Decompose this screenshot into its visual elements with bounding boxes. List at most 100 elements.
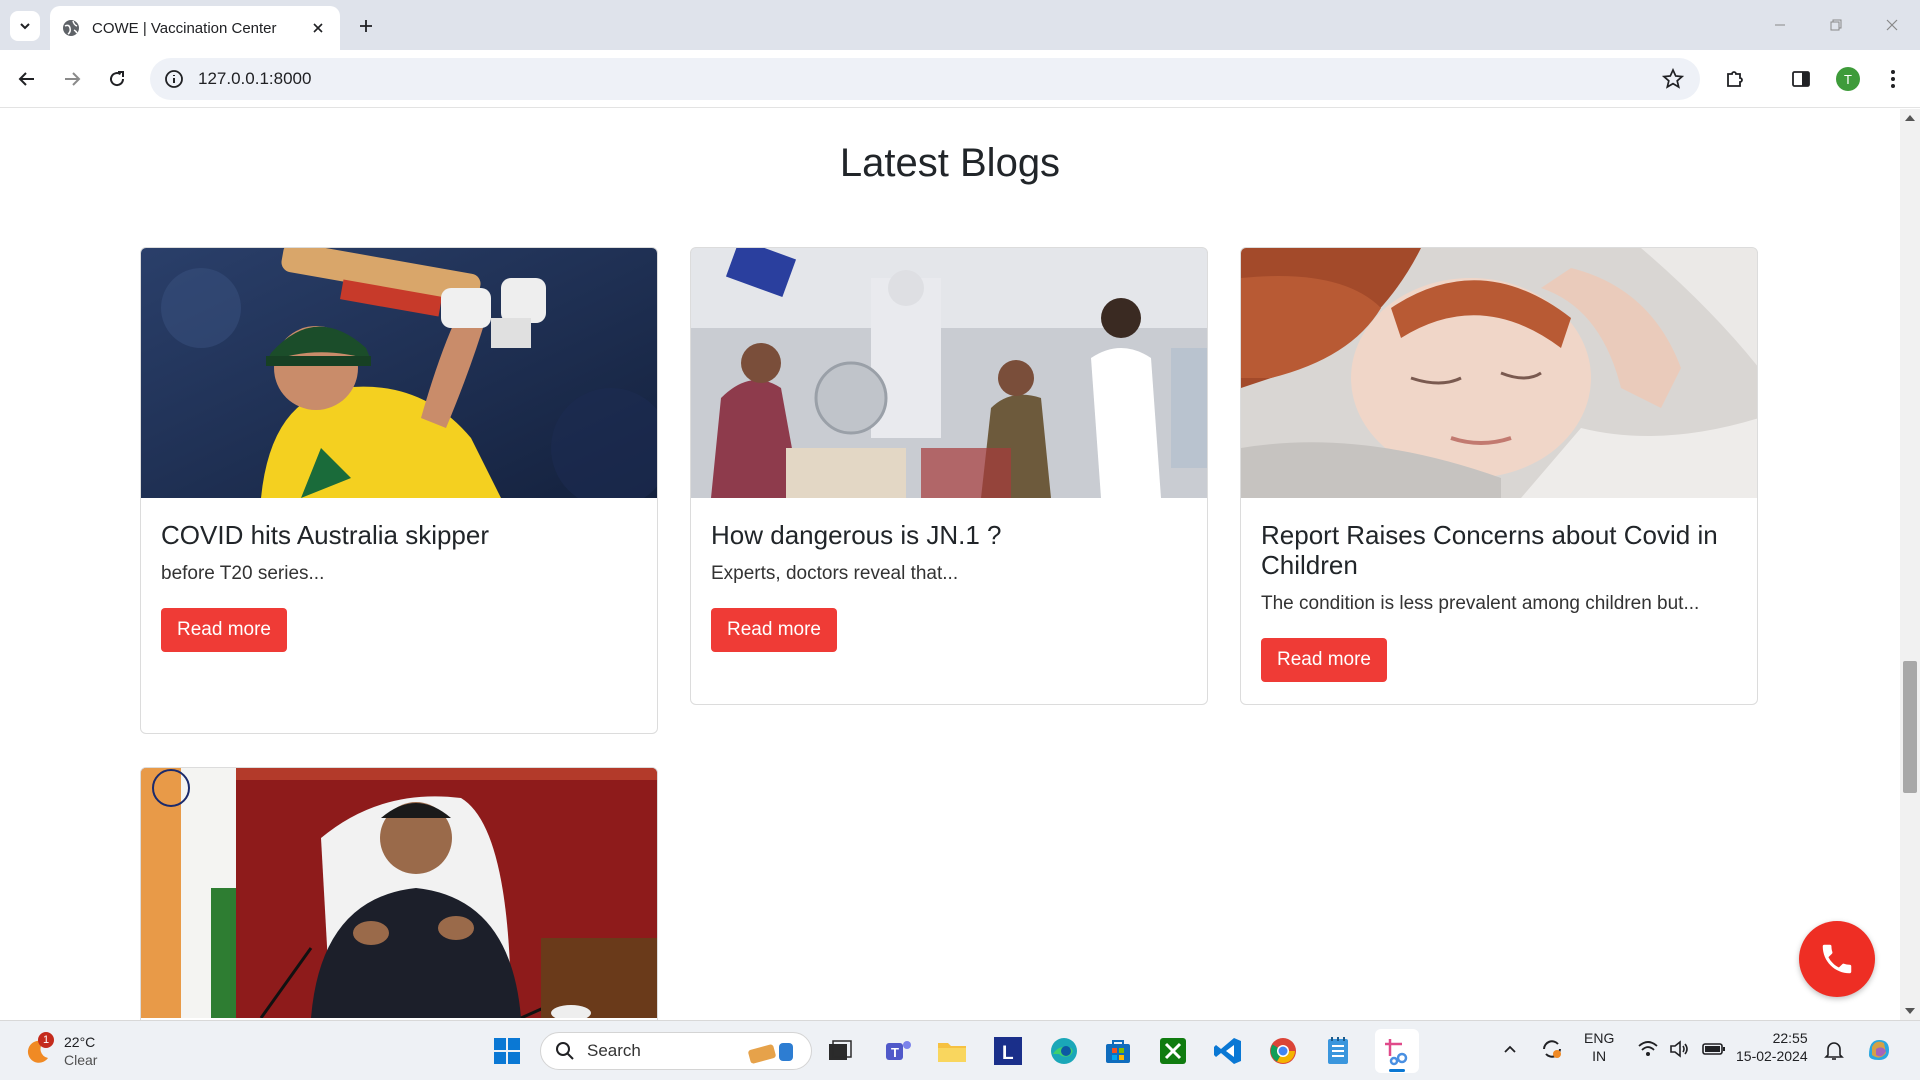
edge-button[interactable]	[1046, 1033, 1082, 1069]
search-placeholder: Search	[587, 1041, 641, 1060]
page-scrollbar[interactable]	[1900, 109, 1920, 1020]
blog-title: Report Raises Concerns about Covid in Ch…	[1261, 520, 1718, 580]
chevron-up-icon	[1504, 1045, 1516, 1053]
phone-icon	[1822, 944, 1852, 974]
tab-search-button[interactable]	[10, 11, 40, 41]
chrome-button[interactable]	[1265, 1033, 1301, 1069]
status-icons[interactable]	[1637, 1039, 1727, 1059]
notifications-button[interactable]	[1824, 1039, 1844, 1066]
call-button[interactable]	[1799, 921, 1875, 997]
minimize-button[interactable]	[1752, 0, 1808, 50]
clock-date: 15-02-2024	[1736, 1048, 1808, 1064]
more-vertical-icon	[1891, 70, 1895, 88]
sync-icon	[1543, 1040, 1561, 1058]
notepad-icon	[1328, 1037, 1348, 1064]
teams-button[interactable]: T	[880, 1033, 916, 1069]
reload-icon	[110, 71, 125, 87]
globe-icon	[63, 20, 79, 36]
wifi-icon	[1638, 1041, 1658, 1056]
copilot-icon	[1869, 1040, 1889, 1060]
close-window-button[interactable]	[1864, 0, 1920, 50]
blog-card: Report Raises Concerns about Covid in Ch…	[1240, 247, 1758, 705]
vscode-icon	[1214, 1038, 1241, 1064]
blog-card	[140, 767, 658, 1020]
l-app-button[interactable]: L	[990, 1033, 1026, 1069]
blog-image-cricketer	[141, 248, 657, 498]
browser-tab[interactable]: COWE | Vaccination Center	[50, 6, 340, 50]
search-icon	[556, 1042, 574, 1060]
extensions-button[interactable]	[1720, 64, 1750, 94]
language-indicator[interactable]: ENG IN	[1584, 1029, 1614, 1065]
url-text: 127.0.0.1:8000	[198, 69, 312, 88]
store-icon	[1106, 1040, 1130, 1063]
window-controls	[1752, 0, 1920, 50]
blog-image-sleeping-woman	[1241, 248, 1757, 498]
store-button[interactable]	[1100, 1033, 1136, 1069]
read-more-button[interactable]: Read more	[161, 608, 287, 652]
chrome-icon	[1270, 1038, 1296, 1064]
arrow-right-icon	[65, 72, 81, 86]
moon-weather-icon: 1	[24, 1032, 54, 1066]
blog-card: How dangerous is JN.1 ? Experts, doctors…	[690, 247, 1208, 705]
scroll-up-arrow[interactable]	[1905, 115, 1915, 121]
read-more-button[interactable]: Read more	[711, 608, 837, 652]
read-more-button[interactable]: Read more	[1261, 638, 1387, 682]
weather-temperature: 22°C	[64, 1034, 96, 1050]
page-viewport: Latest Blogs COVID hits Australia skippe…	[0, 109, 1900, 1020]
scroll-thumb[interactable]	[1903, 661, 1917, 793]
task-view-icon	[829, 1040, 852, 1060]
svg-text:L: L	[1002, 1043, 1014, 1064]
forward-button[interactable]	[57, 64, 87, 94]
blog-card: COVID hits Australia skipper before T20 …	[140, 247, 658, 734]
copilot-button[interactable]	[1864, 1035, 1894, 1070]
scroll-down-arrow[interactable]	[1905, 1008, 1915, 1014]
tab-title: COWE | Vaccination Center	[92, 19, 277, 37]
volume-icon	[1670, 1040, 1688, 1058]
close-icon	[1886, 19, 1898, 31]
vscode-button[interactable]	[1210, 1033, 1246, 1069]
section-title: Latest Blogs	[839, 141, 1061, 185]
minimize-icon	[1775, 24, 1785, 26]
star-icon[interactable]	[1662, 68, 1684, 90]
browser-toolbar: 127.0.0.1:8000	[0, 50, 1920, 108]
search-highlight-icon	[748, 1043, 793, 1064]
start-button[interactable]	[489, 1033, 525, 1069]
clock[interactable]: 22:55 15-02-2024	[1736, 1029, 1808, 1065]
xbox-button[interactable]	[1155, 1033, 1191, 1069]
restore-button[interactable]	[1808, 0, 1864, 50]
puzzle-icon	[1727, 71, 1743, 87]
show-hidden-icons[interactable]	[1502, 1041, 1518, 1062]
battery-icon	[1702, 1043, 1725, 1055]
side-panel-button[interactable]	[1786, 64, 1816, 94]
info-icon[interactable]	[164, 69, 184, 89]
sync-tray-icon[interactable]	[1540, 1037, 1564, 1066]
reload-button[interactable]	[102, 64, 132, 94]
profile-avatar[interactable]: T	[1836, 67, 1860, 91]
blog-title: How dangerous is JN.1 ?	[711, 520, 1002, 550]
back-button[interactable]	[12, 64, 42, 94]
weather-widget[interactable]: 1 22°C Clear	[24, 1032, 98, 1069]
plus-icon	[360, 20, 372, 32]
close-icon[interactable]	[308, 18, 328, 38]
file-explorer-button[interactable]	[934, 1033, 970, 1069]
edge-browser-icon	[1051, 1038, 1077, 1064]
taskbar-search[interactable]: Search	[540, 1032, 812, 1070]
chevron-down-icon	[20, 23, 30, 30]
tab-strip: COWE | Vaccination Center	[0, 0, 1920, 50]
notepad-button[interactable]	[1320, 1033, 1356, 1069]
blog-excerpt: before T20 series...	[161, 563, 325, 584]
region-code: IN	[1592, 1048, 1607, 1064]
arrow-left-icon	[18, 72, 34, 86]
snipping-tool-icon	[1385, 1039, 1408, 1066]
notification-badge: 1	[38, 1032, 54, 1048]
windows-taskbar: 1 22°C Clear Search T L ENG IN 22:55 15-…	[0, 1020, 1920, 1080]
xbox-icon	[1160, 1038, 1186, 1064]
menu-button[interactable]	[1878, 64, 1908, 94]
task-view-button[interactable]	[822, 1033, 858, 1069]
blog-title: COVID hits Australia skipper	[161, 520, 490, 550]
new-tab-button[interactable]	[352, 12, 380, 40]
address-bar[interactable]: 127.0.0.1:8000	[150, 58, 1700, 100]
folder-icon	[938, 1043, 966, 1062]
weather-condition: Clear	[64, 1052, 98, 1068]
snipping-tool-button[interactable]	[1375, 1029, 1419, 1073]
